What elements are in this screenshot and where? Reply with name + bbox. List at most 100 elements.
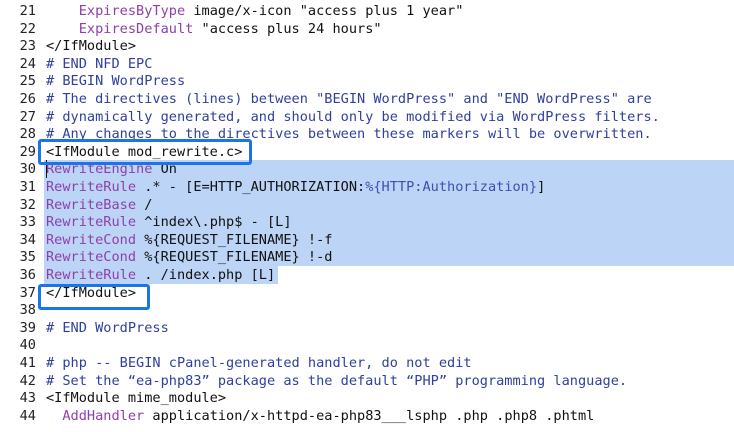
line-code: # php -- BEGIN cPanel-generated handler,… [46, 354, 472, 372]
code-token: AddHandler [62, 407, 145, 424]
line-number: 21 [19, 3, 36, 19]
code-token: / [136, 196, 153, 213]
code-line[interactable]: 27 # dynamically generated, and should on… [0, 108, 734, 126]
code-token: # BEGIN WordPress [46, 73, 186, 90]
code-line[interactable]: 33 RewriteRule ^index\.php$ - [L] [0, 213, 734, 232]
code-line[interactable]: 42 # Set the “ea-php83” package as the de… [0, 372, 734, 390]
code-token: %{REQUEST_FILENAME} !-f [136, 231, 333, 248]
line-number: 32 [19, 196, 36, 213]
code-token: # php -- BEGIN cPanel-generated handler,… [46, 355, 472, 371]
code-editor[interactable]: 21 ExpiresByType image/x-icon "access pl… [0, 0, 734, 432]
code-line[interactable]: 34 RewriteCond %{REQUEST_FILENAME} !-f [0, 230, 734, 249]
code-line[interactable]: 21 ExpiresByType image/x-icon "access pl… [0, 2, 734, 20]
line-number: 39 [19, 319, 36, 336]
code-line[interactable]: 24 # END NFD EPC [0, 55, 734, 73]
line-number: 34 [19, 231, 36, 248]
line-number: 22 [19, 20, 36, 37]
code-line[interactable]: 23 </IfModule> [0, 37, 734, 55]
line-number: 27 [19, 108, 36, 125]
code-token: # END WordPress [46, 319, 169, 336]
code-line[interactable]: 37 </IfModule> [0, 284, 734, 302]
line-code: ExpiresByType image/x-icon "access plus … [46, 2, 464, 20]
code-line[interactable]: 32 RewriteBase / [0, 195, 734, 214]
code-token: RewriteRule [46, 267, 137, 283]
code-token: <IfModule mime_module> [46, 390, 227, 407]
code-line[interactable]: 26 # The directives (lines) between "BEGI… [0, 90, 734, 108]
code-line[interactable]: 38 [0, 301, 734, 319]
code-token: RewriteBase [46, 196, 137, 213]
code-line[interactable]: 30 RewriteEngine On [0, 160, 734, 179]
code-token: application/x-httpd-ea-php83___lsphp .ph… [144, 407, 595, 424]
line-number: 43 [19, 390, 36, 407]
code-token: RewriteCond [46, 231, 137, 248]
line-code: RewriteRule ^index\.php$ - [L] [46, 213, 292, 231]
line-number: 25 [19, 73, 36, 90]
code-token: RewriteRule [46, 214, 137, 231]
line-code: <IfModule mod_rewrite.c> [46, 143, 242, 161]
line-number: 41 [19, 355, 36, 371]
code-token: # The directives (lines) between "BEGIN … [46, 91, 652, 107]
code-line[interactable]: 36 RewriteRule . /index.php [L] [0, 266, 734, 284]
code-token: image/x-icon "access plus 1 year" [185, 3, 464, 19]
code-token: RewriteCond [46, 249, 137, 266]
line-number: 28 [19, 126, 36, 143]
code-line[interactable]: 22 ExpiresDefault "access plus 24 hours" [0, 20, 734, 38]
code-token: On [152, 161, 177, 178]
code-token: # Any changes to the directives between … [46, 126, 652, 143]
line-code: ExpiresDefault "access plus 24 hours" [46, 20, 382, 38]
code-token: RewriteRule [46, 179, 137, 195]
code-token: ] [537, 179, 546, 195]
line-code: # BEGIN WordPress [46, 72, 185, 90]
line-number: 24 [19, 55, 36, 72]
line-number: 30 [19, 161, 36, 178]
code-line[interactable]: 43 <IfModule mime_module> [0, 389, 734, 407]
line-number: 26 [19, 91, 36, 107]
line-code: # The directives (lines) between "BEGIN … [46, 90, 652, 108]
code-line[interactable]: 35 RewriteCond %{REQUEST_FILENAME} !-d [0, 248, 734, 267]
line-code: RewriteCond %{REQUEST_FILENAME} !-d [46, 248, 332, 266]
line-number: 23 [19, 38, 36, 55]
code-token: # dynamically generated, and should only… [46, 108, 660, 125]
code-token: </IfModule> [46, 284, 137, 301]
code-token: # Set the “ea-php83” package as the defa… [46, 372, 628, 389]
code-token: %{HTTP:Authorization} [365, 179, 538, 195]
code-token: ExpiresDefault [78, 20, 194, 37]
code-line[interactable]: 31 RewriteRule .* - [E=HTTP_AUTHORIZATION… [0, 178, 734, 196]
code-line[interactable]: 41 # php -- BEGIN cPanel-generated handle… [0, 354, 734, 372]
line-number: 36 [19, 267, 36, 283]
code-token: RewriteEngine [46, 161, 153, 178]
line-code: # Set the “ea-php83” package as the defa… [46, 372, 627, 390]
line-number: 40 [19, 337, 36, 354]
line-code: RewriteRule . /index.php [L] [46, 266, 275, 284]
line-number: 37 [19, 284, 36, 301]
code-line[interactable]: 25 # BEGIN WordPress [0, 72, 734, 90]
code-token: .* - [E=HTTP_AUTHORIZATION: [136, 179, 366, 195]
code-token: # END NFD EPC [46, 55, 153, 72]
line-number: 33 [19, 214, 36, 231]
line-number: 35 [19, 249, 36, 266]
code-line[interactable]: 28 # Any changes to the directives betwee… [0, 125, 734, 143]
line-number: 42 [19, 372, 36, 389]
line-code: </IfModule> [46, 284, 136, 302]
code-line[interactable]: 39 # END WordPress [0, 319, 734, 337]
code-token: ExpiresByType [78, 3, 186, 19]
line-number: 44 [19, 407, 36, 424]
line-code: RewriteRule .* - [E=HTTP_AUTHORIZATION:%… [46, 178, 545, 196]
line-code: RewriteEngine On [46, 160, 177, 178]
text-caret [46, 160, 47, 179]
code-token: %{REQUEST_FILENAME} !-d [136, 249, 333, 266]
line-code: # Any changes to the directives between … [46, 125, 652, 143]
line-code: <IfModule mime_module> [46, 389, 226, 407]
line-code: # END WordPress [46, 319, 169, 337]
code-line[interactable]: 40 [0, 336, 734, 354]
line-code: # END NFD EPC [46, 55, 152, 73]
line-code: RewriteCond %{REQUEST_FILENAME} !-f [46, 231, 332, 249]
line-code: RewriteBase / [46, 196, 152, 214]
code-line[interactable]: 44 AddHandler application/x-httpd-ea-php… [0, 407, 734, 425]
code-line[interactable]: 29 <IfModule mod_rewrite.c> [0, 143, 734, 161]
code-token: <IfModule mod_rewrite.c> [46, 143, 243, 160]
line-code: # dynamically generated, and should only… [46, 108, 660, 126]
code-token: ^index\.php$ - [L] [136, 214, 292, 231]
